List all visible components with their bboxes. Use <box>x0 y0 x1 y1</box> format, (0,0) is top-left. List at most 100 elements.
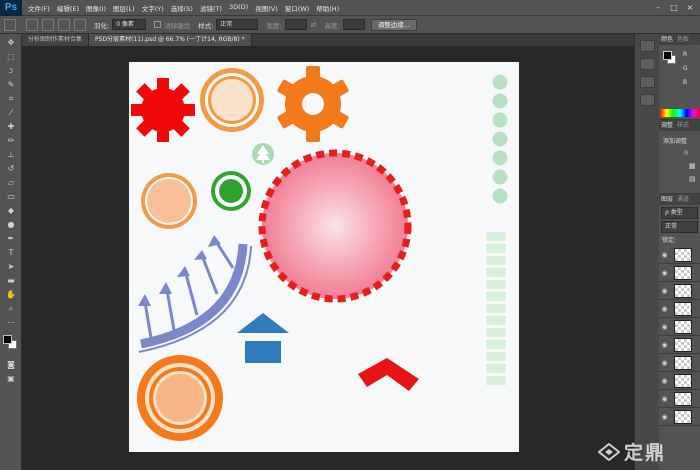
layer-row[interactable]: ◉ <box>659 282 700 300</box>
eye-icon[interactable]: ◉ <box>659 287 670 295</box>
menu-file[interactable]: 文件(F) <box>28 3 50 13</box>
tab-layers[interactable]: 图层 <box>661 194 673 205</box>
eye-icon[interactable]: ◉ <box>659 341 670 349</box>
antialias-checkbox[interactable] <box>154 21 162 28</box>
red-gear-shape <box>131 78 195 142</box>
artboard[interactable] <box>129 62 519 452</box>
swap-icon[interactable]: ⇄ <box>311 21 317 29</box>
screen-mode-icon[interactable]: ▣ <box>4 373 18 384</box>
more-tools-icon[interactable]: ⋯ <box>4 317 18 328</box>
canvas-workspace <box>22 46 634 470</box>
eye-icon[interactable]: ◉ <box>659 305 670 313</box>
crop-tool-icon[interactable]: ⌗ <box>4 93 18 104</box>
tab-color[interactable]: 颜色 <box>661 34 673 45</box>
eye-icon[interactable]: ◉ <box>659 395 670 403</box>
quick-select-tool-icon[interactable]: ✎ <box>4 79 18 90</box>
maximize-icon[interactable]: □ <box>668 2 680 13</box>
properties-panel-icon[interactable] <box>639 58 655 70</box>
feather-input[interactable]: 0 像素 <box>112 19 147 30</box>
marquee-tool-icon[interactable]: ⬚ <box>4 51 18 62</box>
eye-icon[interactable]: ◉ <box>659 251 670 259</box>
height-input[interactable] <box>342 19 365 30</box>
add-selection-icon[interactable] <box>42 18 54 31</box>
brightness-icon[interactable]: ☼ <box>683 150 691 157</box>
layer-row[interactable]: ◉ <box>659 246 700 264</box>
eye-icon[interactable]: ◉ <box>659 413 670 421</box>
refine-edge-button[interactable]: 调整边缘... <box>370 18 417 31</box>
tab-styles[interactable]: 样式 <box>677 120 689 131</box>
layer-thumbnail <box>674 247 692 262</box>
menu-window[interactable]: 窗口(W) <box>285 3 310 13</box>
history-panel-icon[interactable] <box>639 40 655 52</box>
green-ring-shape <box>211 171 251 211</box>
layer-row[interactable]: ◉ <box>659 264 700 282</box>
eraser-tool-icon[interactable]: ▱ <box>4 177 18 188</box>
lock-label: 锁定: <box>662 237 677 244</box>
type-tool-icon[interactable]: T <box>4 247 18 258</box>
style-select[interactable]: 正常 <box>216 19 259 30</box>
menu-help[interactable]: 帮助(H) <box>316 3 339 13</box>
menu-filter[interactable]: 滤镜(T) <box>200 3 222 13</box>
layer-kind-filter[interactable]: ρ 类型 <box>661 207 698 219</box>
lasso-tool-icon[interactable]: ↄ <box>4 65 18 76</box>
healing-brush-tool-icon[interactable]: ✚ <box>4 121 18 132</box>
hand-tool-icon[interactable]: ✋ <box>4 289 18 300</box>
tab-swatches[interactable]: 色板 <box>677 34 689 45</box>
layer-row[interactable]: ◉ <box>659 336 700 354</box>
eyedropper-tool-icon[interactable]: ⁄ <box>4 107 18 118</box>
foreground-color-swatch[interactable] <box>3 335 12 344</box>
gradient-map-icon[interactable]: ▤ <box>689 176 697 183</box>
layer-row[interactable]: ◉ <box>659 408 700 426</box>
eye-icon[interactable]: ◉ <box>659 269 670 277</box>
character-panel-icon[interactable] <box>639 76 655 88</box>
move-tool-icon[interactable]: ✥ <box>4 37 18 48</box>
color-swatches[interactable] <box>0 334 22 356</box>
layer-row[interactable]: ◉ <box>659 390 700 408</box>
right-panels: 颜色 色板 R G B 调整 样式 添加调整 ☼ ▦ ▤ 图层 通道 ρ 类型 … <box>659 34 700 470</box>
close-icon[interactable]: × <box>684 2 696 13</box>
levels-icon[interactable]: ▦ <box>689 163 697 170</box>
paragraph-panel-icon[interactable] <box>639 94 655 106</box>
quick-mask-icon[interactable]: ◙ <box>4 359 18 370</box>
clone-stamp-tool-icon[interactable]: ⊥ <box>4 149 18 160</box>
panel-foreground-swatch[interactable] <box>663 51 672 60</box>
menu-3d[interactable]: 3D(D) <box>229 3 248 13</box>
peach-circle-shape <box>141 173 197 229</box>
eye-icon[interactable]: ◉ <box>659 377 670 385</box>
history-brush-tool-icon[interactable]: ↺ <box>4 163 18 174</box>
zoom-tool-icon[interactable]: ⌕ <box>4 303 18 314</box>
eye-icon[interactable]: ◉ <box>659 323 670 331</box>
layer-row[interactable]: ◉ <box>659 354 700 372</box>
blur-tool-icon[interactable]: ◆ <box>4 205 18 216</box>
layer-thumbnail <box>674 373 692 388</box>
width-input[interactable] <box>284 19 307 30</box>
color-spectrum-bar[interactable] <box>660 109 700 117</box>
tab-adjustments[interactable]: 调整 <box>661 120 673 131</box>
tab-document-2[interactable]: PSD分层素材(11).psd @ 66.7% (一丁计14, RGB/8) * <box>89 34 252 46</box>
eye-icon[interactable]: ◉ <box>659 359 670 367</box>
dodge-tool-icon[interactable]: ● <box>4 219 18 230</box>
layer-row[interactable]: ◉ <box>659 372 700 390</box>
menu-edit[interactable]: 编辑(E) <box>57 3 79 13</box>
menu-type[interactable]: 文字(Y) <box>142 3 164 13</box>
pen-tool-icon[interactable]: ✒ <box>4 233 18 244</box>
new-selection-icon[interactable] <box>26 18 38 31</box>
tab-channels[interactable]: 通道 <box>677 194 689 205</box>
menu-image[interactable]: 图像(I) <box>86 3 106 13</box>
layer-row[interactable]: ◉ <box>659 318 700 336</box>
intersect-selection-icon[interactable] <box>74 18 86 31</box>
menu-layer[interactable]: 图层(L) <box>113 3 135 13</box>
channel-r-label: R <box>683 51 688 58</box>
menu-view[interactable]: 视图(V) <box>255 3 278 13</box>
blend-mode-select[interactable]: 正常 <box>661 221 698 233</box>
menu-select[interactable]: 选择(S) <box>171 3 193 13</box>
minimize-icon[interactable]: – <box>652 2 664 13</box>
brush-tool-icon[interactable]: ✏ <box>4 135 18 146</box>
gradient-tool-icon[interactable]: ▭ <box>4 191 18 202</box>
tab-document-1[interactable]: 分析图制作素材合集 <box>22 34 90 46</box>
marquee-tool-preset-icon[interactable] <box>4 18 16 31</box>
subtract-selection-icon[interactable] <box>58 18 70 31</box>
layer-row[interactable]: ◉ <box>659 300 700 318</box>
path-selection-tool-icon[interactable]: ➤ <box>4 261 18 272</box>
rectangle-tool-icon[interactable]: ▬ <box>4 275 18 286</box>
